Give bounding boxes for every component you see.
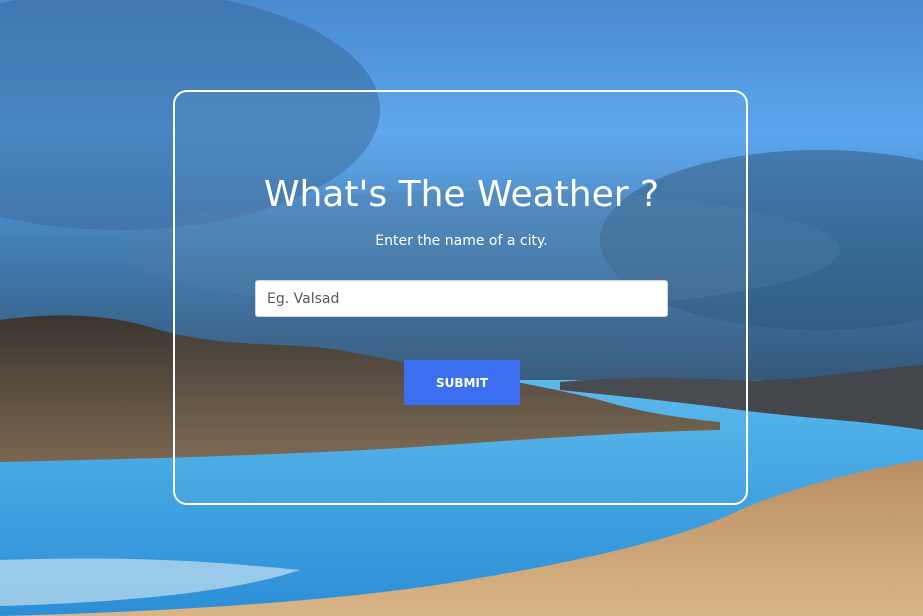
weather-page: What's The Weather ? Enter the name of a… (0, 0, 923, 616)
city-search-input[interactable] (255, 280, 668, 317)
page-title: What's The Weather ? (263, 174, 660, 215)
page-subtitle: Enter the name of a city. (375, 233, 548, 249)
submit-button[interactable]: SUBMIT (404, 360, 520, 405)
